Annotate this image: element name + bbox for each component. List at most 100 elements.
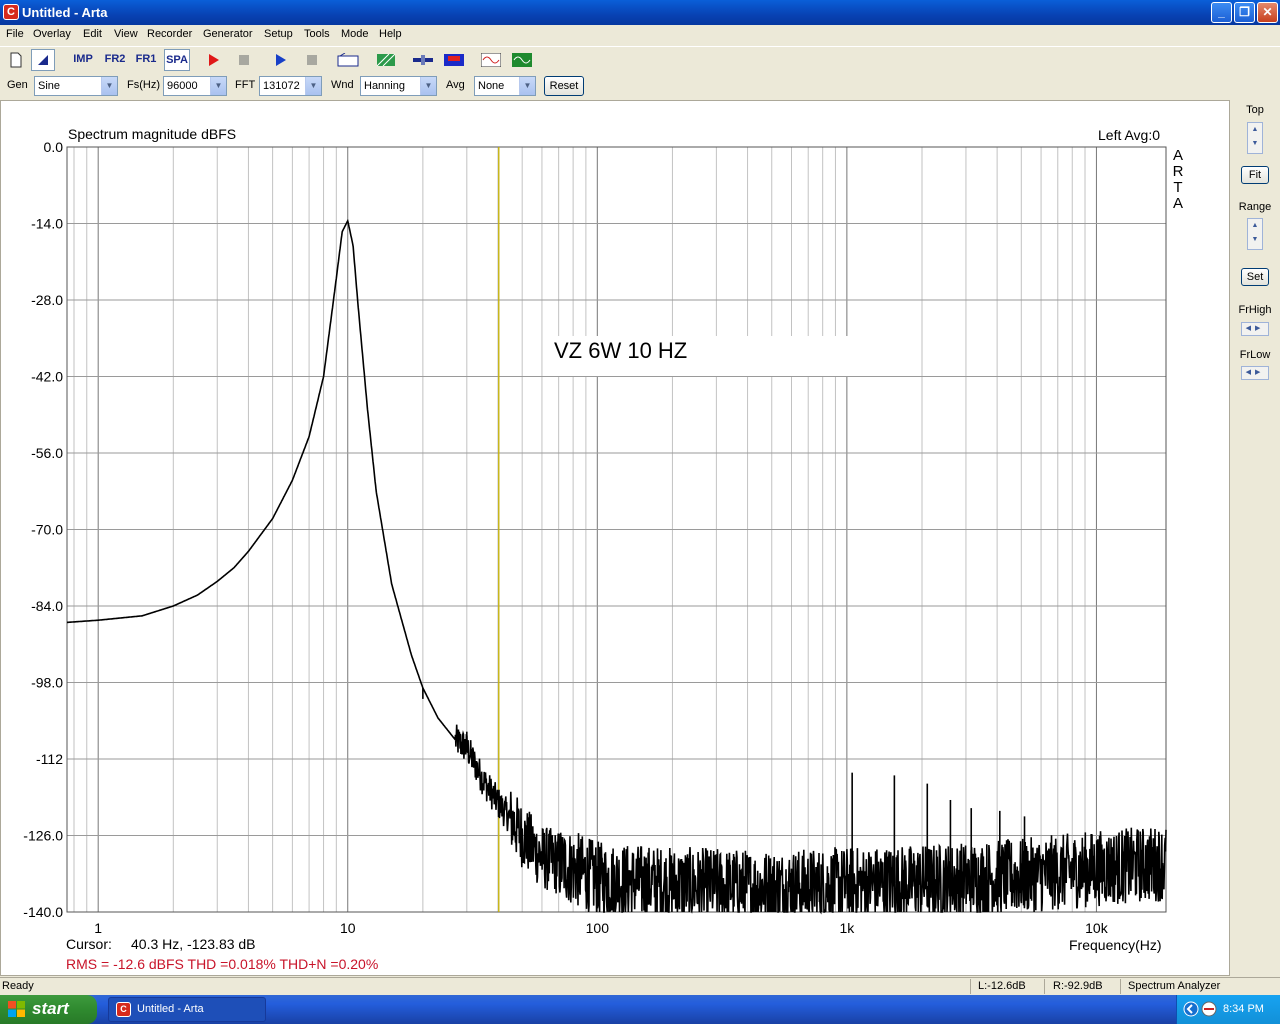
frhigh-spinner[interactable]: ◀▶ <box>1241 322 1269 336</box>
text-label-icon <box>337 52 359 67</box>
x-tick-label: 1k <box>839 920 855 936</box>
status-divider <box>1044 979 1045 994</box>
set-button[interactable]: Set <box>1241 268 1269 286</box>
generator-value: Sine <box>38 80 61 92</box>
overlay-toggle-button[interactable] <box>31 49 55 71</box>
minimize-button[interactable]: _ <box>1211 2 1232 23</box>
triangle-icon <box>38 55 48 65</box>
spectrum-mode-button[interactable]: SPA <box>164 49 190 71</box>
spectrum-plot[interactable]: 0.0 -14.0 -28.0 -42.0 -56.0 -70.0 -84.0 -98.0 -1… <box>0 100 1230 976</box>
play-red-icon <box>209 54 219 66</box>
menu-setup[interactable]: Setup <box>264 28 293 40</box>
taskbar-app-button[interactable]: C Untitled - Arta <box>108 997 266 1022</box>
y-tick-label: -112 <box>36 751 63 767</box>
impulse-mode-button[interactable]: IMP <box>70 49 96 71</box>
menu-view[interactable]: View <box>114 28 138 40</box>
scope-button[interactable] <box>510 49 534 71</box>
generator-select[interactable]: Sine ▼ <box>34 76 118 96</box>
menu-help[interactable]: Help <box>379 28 402 40</box>
y-tick-label: -70.0 <box>31 522 63 538</box>
menu-overlay[interactable]: Overlay <box>33 28 71 40</box>
plot-annotation[interactable]: VZ 6W 10 HZ <box>552 336 862 376</box>
title-bar: C Untitled - Arta _ ❐ ✕ <box>0 0 1280 25</box>
y-tick-label: -140.0 <box>23 904 63 920</box>
color-bars-icon <box>444 54 464 66</box>
menu-edit[interactable]: Edit <box>83 28 102 40</box>
y-tick-label: -42.0 <box>31 369 63 385</box>
watermark-letter: R <box>1172 163 1184 180</box>
annotation-button[interactable] <box>336 49 360 71</box>
taskbar-clock: 8:34 PM <box>1223 1003 1264 1015</box>
stop-record-button[interactable] <box>232 49 256 71</box>
menu-generator[interactable]: Generator <box>203 28 253 40</box>
status-left-level: L:-12.6dB <box>978 980 1026 992</box>
start-button[interactable]: start <box>0 995 97 1024</box>
y-tick-label: 0.0 <box>44 139 64 155</box>
averaging-select[interactable]: None ▼ <box>474 76 536 96</box>
waveform-button[interactable] <box>479 49 503 71</box>
averaging-value: None <box>478 80 505 92</box>
hatch-button[interactable] <box>374 49 398 71</box>
watermark-letter: T <box>1173 179 1183 196</box>
slider-button[interactable] <box>411 49 435 71</box>
range-spinner[interactable]: ▲ ▼ <box>1247 218 1263 250</box>
y-tick-label: -14.0 <box>31 216 63 232</box>
gen-label: Gen <box>7 79 28 91</box>
fft-size-select[interactable]: 131072 ▼ <box>259 76 322 96</box>
reset-button[interactable]: Reset <box>544 76 584 96</box>
sample-rate-select[interactable]: 96000 ▼ <box>163 76 227 96</box>
fft-size-value: 131072 <box>263 80 300 92</box>
chevron-down-icon: ▼ <box>101 77 117 95</box>
watermark-letter: A <box>1172 147 1183 164</box>
cursor-readout: 40.3 Hz, -123.83 dB <box>131 936 256 952</box>
generator-play-button[interactable] <box>269 49 293 71</box>
new-file-button[interactable] <box>4 49 28 71</box>
record-button[interactable] <box>202 49 226 71</box>
fr1-mode-button[interactable]: FR1 <box>133 49 159 71</box>
fit-button[interactable]: Fit <box>1241 166 1269 184</box>
x-tick-label: 1 <box>94 920 102 936</box>
window-title: Untitled - Arta <box>22 5 108 20</box>
x-axis-label: Frequency(Hz) <box>1069 937 1162 953</box>
plot-title: Spectrum magnitude dBFS <box>68 126 237 142</box>
arta-watermark: A R T A <box>1172 148 1184 212</box>
chevron-down-icon: ▼ <box>519 77 535 95</box>
fr2-mode-button[interactable]: FR2 <box>102 49 128 71</box>
generator-stop-button[interactable] <box>300 49 324 71</box>
fs-label: Fs(Hz) <box>127 79 160 91</box>
menu-recorder[interactable]: Recorder <box>147 28 192 40</box>
bars-button[interactable] <box>442 49 466 71</box>
y-tick-label: -56.0 <box>31 445 63 461</box>
x-tick-label: 10 <box>340 920 356 936</box>
options-bar: Gen Sine ▼ Fs(Hz) 96000 ▼ FFT 131072 ▼ W… <box>0 73 1280 99</box>
new-file-icon <box>10 52 22 68</box>
window-select[interactable]: Hanning ▼ <box>360 76 437 96</box>
scale-panel: Top ▲ ▼ Fit Range ▲ ▼ Set FrHigh ◀▶ FrLow … <box>1230 100 1280 976</box>
wnd-label: Wnd <box>331 79 354 91</box>
fft-label: FFT <box>235 79 256 91</box>
close-button[interactable]: ✕ <box>1257 2 1278 23</box>
tray-expand-icon[interactable] <box>1183 1001 1199 1017</box>
status-right-level: R:-92.9dB <box>1053 980 1103 992</box>
stop-icon <box>239 55 249 65</box>
stop-icon <box>307 55 317 65</box>
menu-mode[interactable]: Mode <box>341 28 369 40</box>
hatch-icon <box>376 53 396 67</box>
menu-file[interactable]: File <box>6 28 24 40</box>
top-spinner[interactable]: ▲ ▼ <box>1247 122 1263 154</box>
restore-button[interactable]: ❐ <box>1234 2 1255 23</box>
waveform-icon <box>480 52 502 68</box>
spectrum-chart[interactable]: 0.0 -14.0 -28.0 -42.0 -56.0 -70.0 -84.0 -98.0 -1… <box>1 101 1231 977</box>
status-bar: Ready L:-12.6dB R:-92.9dB Spectrum Analy… <box>0 977 1280 995</box>
menu-tools[interactable]: Tools <box>304 28 330 40</box>
toolbar: IMP FR2 FR1 SPA <box>0 46 1280 72</box>
system-tray: 8:34 PM <box>1176 995 1280 1024</box>
frhigh-label: FrHigh <box>1238 304 1272 316</box>
cursor-label: Cursor: <box>66 936 112 952</box>
top-label: Top <box>1246 104 1264 116</box>
network-icon[interactable] <box>1201 1001 1218 1017</box>
scope-icon <box>512 53 532 67</box>
frlow-spinner[interactable]: ◀▶ <box>1241 366 1269 380</box>
arta-logo-icon: C <box>116 1002 131 1017</box>
chevron-down-icon: ▼ <box>210 77 226 95</box>
